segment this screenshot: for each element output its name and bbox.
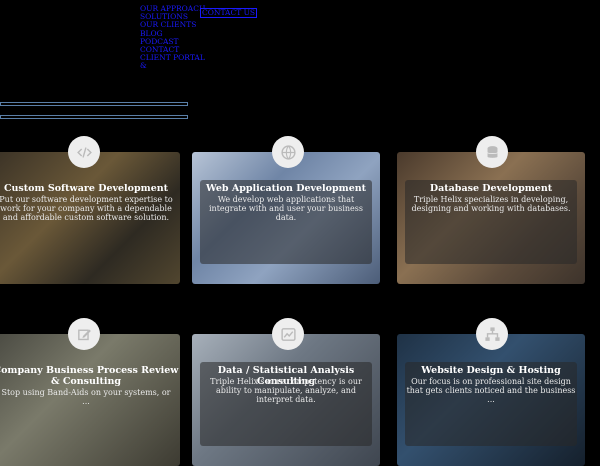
service-card-data-analysis[interactable]: Data / Statistical Analysis Consulting T… [192,334,380,466]
service-card-web-application[interactable]: Web Application Development We develop w… [192,152,380,284]
hero-bar-top [0,102,188,106]
service-title: Database Development [429,183,553,194]
service-title: Custom Software Development [3,183,169,194]
service-title: Website Design & Hosting [421,365,561,376]
nav-item-client-portal[interactable]: CLIENT PORTAL [140,54,260,62]
sitemap-icon [476,318,508,350]
code-icon [68,136,100,168]
service-card-website-design[interactable]: Website Design & Hosting Our focus is on… [397,334,585,466]
nav-item-ampersand[interactable]: & [140,62,260,70]
service-description: Triple Helix specializes in developing, … [411,195,571,213]
service-title: Web Application Development [205,183,367,194]
service-description: We develop web applications that integra… [208,195,364,222]
service-description: Put our software development expertise t… [0,195,173,222]
edit-icon [68,318,100,350]
service-card-business-process[interactable]: Company Business Process Review & Consul… [0,334,180,466]
database-icon [476,136,508,168]
contact-us-button[interactable]: CONTACT US [200,8,258,18]
main-navigation: OUR APPROACH SOLUTIONS OUR CLIENTS BLOG … [140,4,260,71]
hero-bar-bottom [0,115,188,119]
service-card-database[interactable]: Database Development Triple Helix specia… [397,152,585,284]
service-card-custom-software[interactable]: Custom Software Development Put our soft… [0,152,180,284]
globe-icon [272,136,304,168]
service-title: Company Business Process Review & Consul… [0,365,179,387]
service-description: Stop using Band-Aids on your systems, or… [1,388,171,406]
chart-icon [272,318,304,350]
